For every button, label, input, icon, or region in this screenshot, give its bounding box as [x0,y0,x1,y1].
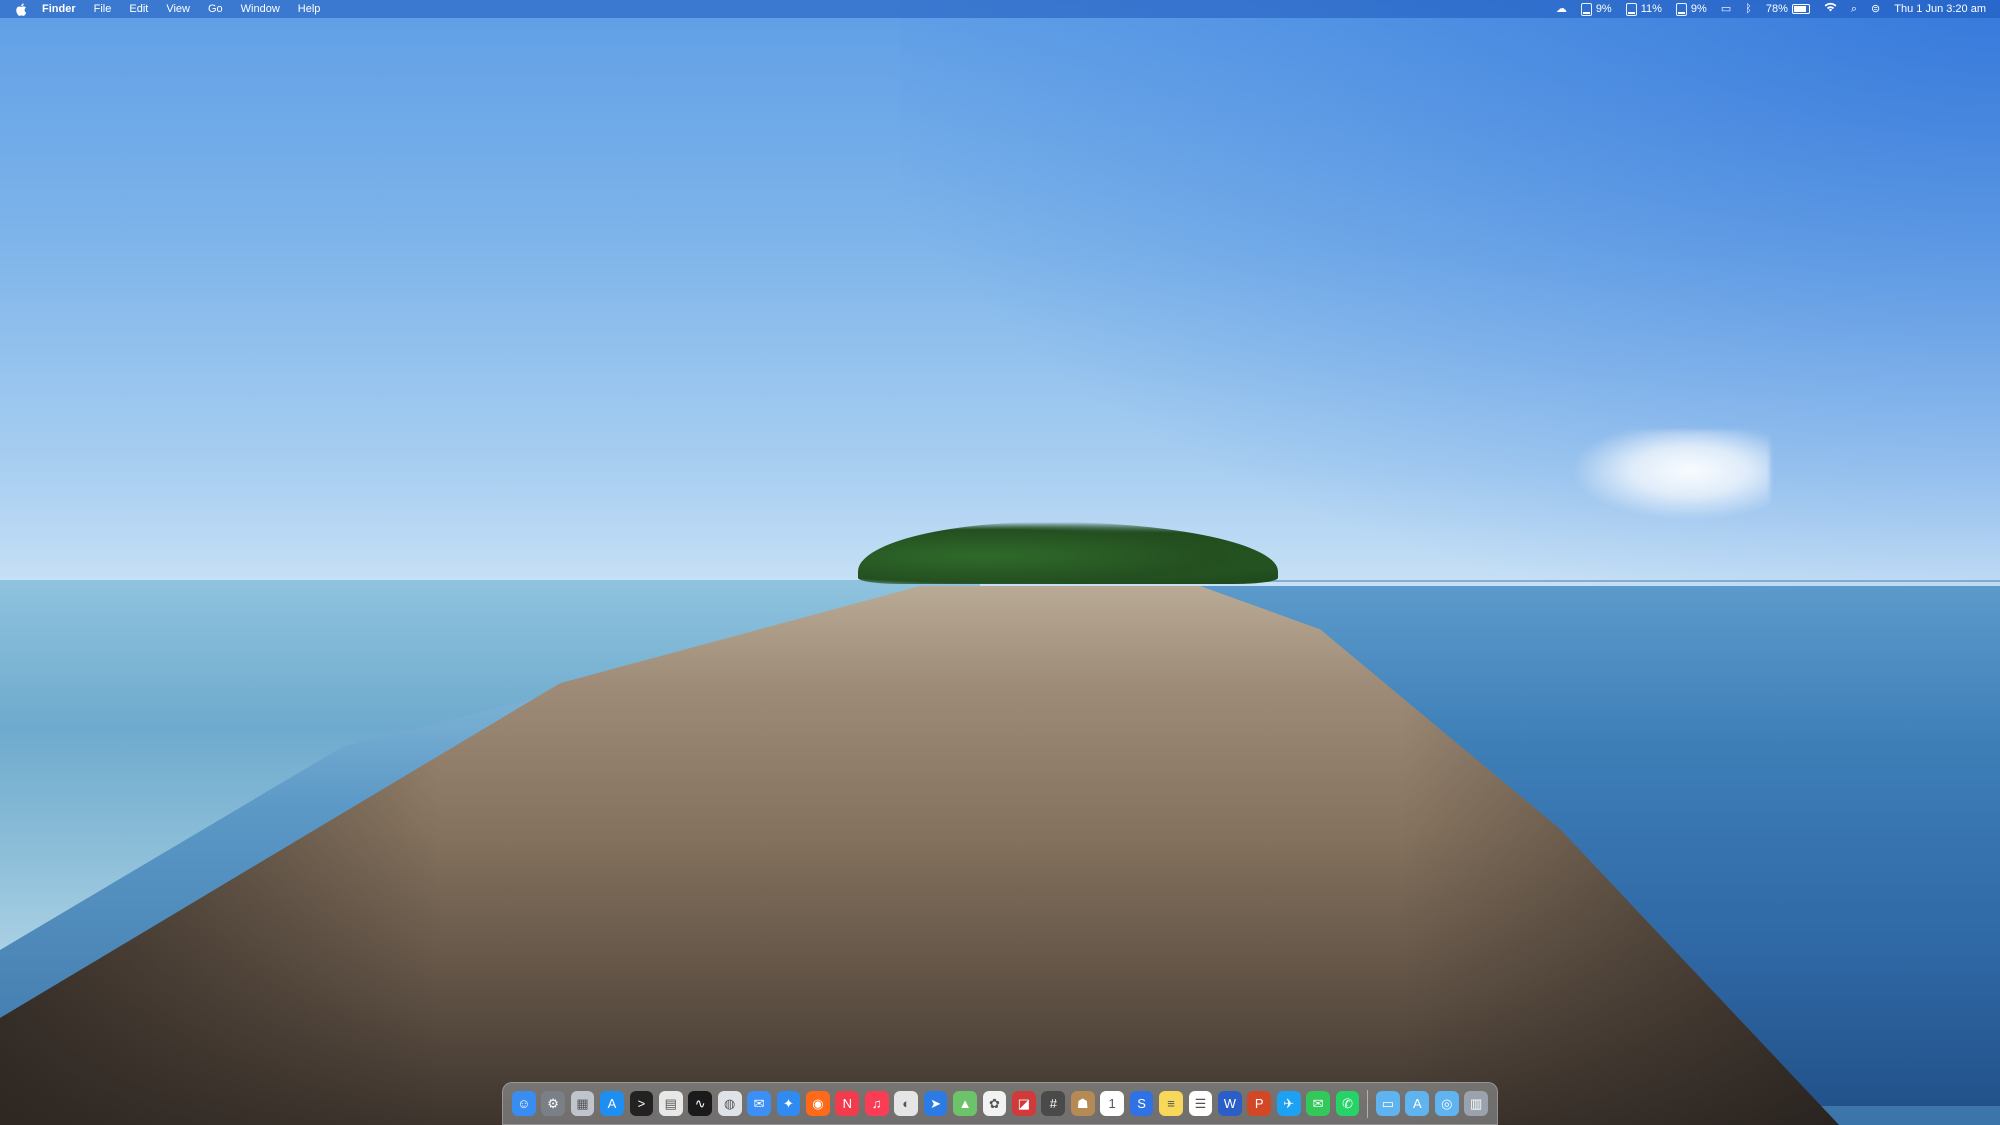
bluetooth-icon[interactable]: ᛒ [1745,0,1752,18]
photo-booth-icon[interactable]: ◪ [1012,1091,1036,1116]
trash-icon[interactable]: ▥ [1464,1091,1489,1116]
menu-bar: Finder File Edit View Go Window Help ☁ 9… [0,0,2000,18]
cpu-meter-icon [1580,2,1592,16]
menu-app-name[interactable]: Finder [42,0,76,18]
twitter-icon[interactable]: ✈ [1276,1091,1301,1116]
menu-window[interactable]: Window [241,0,280,18]
calendar-icon[interactable]: 1 [1100,1091,1125,1116]
documents-folder-icon[interactable]: ▭ [1376,1091,1400,1116]
desktop-wallpaper [0,0,2000,1125]
preview-icon[interactable]: ▤ [658,1091,683,1116]
news-icon[interactable]: N [835,1091,860,1116]
apple-logo-glyph [15,3,26,16]
firefox-icon[interactable]: ◉ [806,1091,830,1116]
battery-percent: 78% [1765,3,1788,15]
music-icon[interactable]: ♫ [864,1091,889,1116]
menu-clock[interactable]: Thu 1 Jun 3:20 am [1894,0,1986,18]
menu-bar-left: Finder File Edit View Go Window Help [0,0,338,18]
gpu-meter[interactable]: 11% [1625,0,1662,18]
app-store-icon[interactable]: A [600,1091,624,1116]
wallpaper-sky [900,0,2000,600]
menu-bar-status: ☁ 9% 11% 9% ▭ ᛒ 78% ⌕ ⊜ Thu 1 Jun 3:20 a… [1542,0,2000,18]
finder-icon[interactable]: ☺ [511,1091,536,1116]
menu-help[interactable]: Help [298,0,321,18]
apple-logo-icon[interactable] [14,0,28,18]
terminal-icon[interactable]: > [629,1091,654,1116]
dock: ☺ ⚙ ▦ A > ▤ ∿ ◍ ✉ ✦ ◉ N ♫ ◐ ➤ ▲ ✿ ◪ # ☗ 1 S ≡ ☰ W P ✈ ✉ ✆ ▭ A ◎ ▥ [502,1082,1498,1125]
memory-meter[interactable]: 9% [1675,0,1707,18]
cloud-icon[interactable]: ☁ [1556,0,1567,18]
applications-folder-icon[interactable]: A [1405,1091,1430,1116]
screen-sharing-icon[interactable]: ➤ [923,1091,948,1116]
wallpaper-cloud [1570,430,1770,520]
photos-icon[interactable]: ✿ [982,1091,1007,1116]
spotlight-search-icon[interactable]: ⌕ [1851,0,1857,18]
mail-icon[interactable]: ✉ [747,1091,771,1116]
maps-icon[interactable]: ▲ [953,1091,977,1116]
word-icon[interactable]: W [1217,1091,1242,1116]
memory-meter-icon [1675,2,1687,16]
battery-icon [1791,4,1810,14]
dock-separator [1367,1089,1369,1118]
menu-go[interactable]: Go [208,0,223,18]
shazam-icon[interactable]: S [1129,1091,1154,1116]
messages-icon[interactable]: ✉ [1306,1091,1330,1116]
contacts-icon[interactable]: ☗ [1070,1091,1095,1116]
wifi-icon[interactable] [1824,0,1837,18]
battery-status[interactable]: 78% [1766,0,1810,18]
menu-file[interactable]: File [94,0,112,18]
cpu-meter-label: 9% [1595,3,1612,15]
reminders-icon[interactable]: ☰ [1188,1091,1213,1116]
gpu-meter-label: 11% [1640,3,1662,15]
activity-monitor-icon[interactable]: ∿ [688,1091,713,1116]
powerpoint-icon[interactable]: P [1247,1091,1272,1116]
wifi-glyph [1824,2,1837,12]
control-center-icon[interactable]: ⊜ [1871,0,1880,18]
podcast-capture-icon[interactable]: ◐ [894,1091,919,1116]
menu-edit[interactable]: Edit [129,0,148,18]
safari-icon[interactable]: ✦ [776,1091,801,1116]
memory-meter-label: 9% [1690,3,1707,15]
screenshots-folder-icon[interactable]: ◎ [1434,1091,1459,1116]
calculator-icon[interactable]: # [1041,1091,1066,1116]
whatsapp-icon[interactable]: ✆ [1335,1091,1360,1116]
battery-fill [1793,6,1807,12]
menu-view[interactable]: View [166,0,190,18]
launchpad-icon[interactable]: ▦ [570,1091,595,1116]
system-preferences-icon[interactable]: ⚙ [541,1091,565,1116]
notes-icon[interactable]: ≡ [1159,1091,1183,1116]
display-icon[interactable]: ▭ [1721,0,1731,18]
gpu-meter-icon [1625,2,1637,16]
disk-utility-icon[interactable]: ◍ [717,1091,742,1116]
cpu-meter[interactable]: 9% [1580,0,1612,18]
